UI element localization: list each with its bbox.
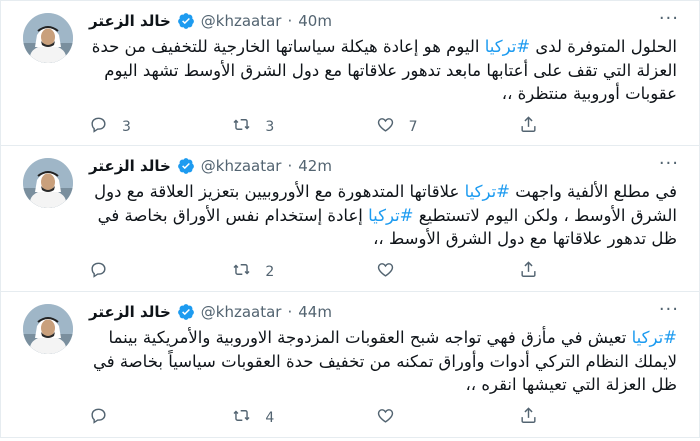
share-button[interactable] bbox=[519, 260, 579, 283]
hashtag-link[interactable]: #تركيا bbox=[485, 37, 530, 56]
retweet-icon bbox=[232, 115, 251, 138]
share-icon bbox=[519, 406, 538, 429]
share-button[interactable] bbox=[519, 406, 579, 429]
more-icon[interactable]: ··· bbox=[659, 300, 679, 320]
tweet-text: #تركيا تعيش في مأزق فهي تواجه شبح العقوب… bbox=[89, 326, 677, 397]
share-button[interactable] bbox=[519, 115, 579, 138]
tweet-header: خالد الزعتر @khzaatar · 40m bbox=[89, 11, 332, 31]
hashtag-link[interactable]: #تركيا bbox=[368, 206, 413, 225]
reply-button[interactable]: 3 bbox=[89, 115, 149, 138]
tweet[interactable]: خالد الزعتر @khzaatar · 42m ··· في مطلع … bbox=[0, 146, 700, 292]
more-icon[interactable]: ··· bbox=[659, 154, 679, 174]
hashtag-link[interactable]: #تركيا bbox=[632, 328, 677, 347]
author-name[interactable]: خالد الزعتر bbox=[89, 302, 171, 322]
reply-icon bbox=[89, 406, 108, 429]
separator-dot: · bbox=[287, 157, 293, 175]
verified-badge-icon bbox=[177, 12, 195, 30]
like-button[interactable] bbox=[376, 406, 436, 429]
retweet-count: 3 bbox=[265, 118, 275, 135]
share-icon bbox=[519, 260, 538, 283]
tweet-header: خالد الزعتر @khzaatar · 42m bbox=[89, 156, 332, 176]
tweet-timestamp[interactable]: 40m bbox=[298, 11, 332, 31]
tweet-timestamp[interactable]: 42m bbox=[298, 156, 332, 176]
more-icon[interactable]: ··· bbox=[659, 9, 679, 29]
like-button[interactable] bbox=[376, 260, 436, 283]
retweet-count: 2 bbox=[265, 263, 275, 280]
author-handle[interactable]: @khzaatar bbox=[201, 11, 282, 31]
author-handle[interactable]: @khzaatar bbox=[201, 156, 282, 176]
tweet-text-segment: الحلول المتوفرة لدى bbox=[530, 37, 677, 56]
reply-button[interactable] bbox=[89, 260, 149, 283]
avatar[interactable] bbox=[23, 304, 73, 354]
tweet[interactable]: خالد الزعتر @khzaatar · 44m ··· #تركيا ت… bbox=[0, 292, 700, 438]
avatar[interactable] bbox=[23, 13, 73, 63]
tweet-feed: خالد الزعتر @khzaatar · 40m ··· الحلول ا… bbox=[0, 0, 700, 438]
tweet-text: في مطلع الألفية واجهت #تركيا علاقاتها ال… bbox=[89, 180, 677, 251]
separator-dot: · bbox=[287, 12, 293, 30]
tweet-actions: 2 bbox=[89, 260, 579, 283]
author-name[interactable]: خالد الزعتر bbox=[89, 156, 171, 176]
heart-icon bbox=[376, 406, 395, 429]
heart-icon bbox=[376, 260, 395, 283]
tweet[interactable]: خالد الزعتر @khzaatar · 40m ··· الحلول ا… bbox=[0, 0, 700, 146]
reply-button[interactable] bbox=[89, 406, 149, 429]
reply-icon bbox=[89, 260, 108, 283]
share-icon bbox=[519, 115, 538, 138]
author-handle[interactable]: @khzaatar bbox=[201, 302, 282, 322]
tweet-actions: 3 3 7 bbox=[89, 115, 579, 138]
retweet-button[interactable]: 4 bbox=[232, 406, 292, 429]
like-count: 7 bbox=[408, 118, 418, 135]
separator-dot: · bbox=[287, 303, 293, 321]
retweet-count: 4 bbox=[265, 409, 275, 426]
tweet-text: الحلول المتوفرة لدى #تركيا اليوم هو إعاد… bbox=[89, 35, 677, 106]
reply-icon bbox=[89, 115, 108, 138]
tweet-text-segment: في مطلع الألفية واجهت bbox=[510, 182, 677, 201]
tweet-actions: 4 bbox=[89, 406, 579, 429]
hashtag-link[interactable]: #تركيا bbox=[465, 182, 510, 201]
tweet-timestamp[interactable]: 44m bbox=[298, 302, 332, 322]
avatar[interactable] bbox=[23, 158, 73, 208]
verified-badge-icon bbox=[177, 157, 195, 175]
reply-count: 3 bbox=[122, 118, 131, 135]
retweet-icon bbox=[232, 406, 251, 429]
author-name[interactable]: خالد الزعتر bbox=[89, 11, 171, 31]
like-button[interactable]: 7 bbox=[376, 115, 436, 138]
retweet-button[interactable]: 3 bbox=[232, 115, 292, 138]
verified-badge-icon bbox=[177, 303, 195, 321]
tweet-header: خالد الزعتر @khzaatar · 44m bbox=[89, 302, 332, 322]
retweet-icon bbox=[232, 260, 251, 283]
tweet-text-segment: تعيش في مأزق فهي تواجه شبح العقوبات المز… bbox=[92, 328, 677, 394]
heart-icon bbox=[376, 115, 395, 138]
retweet-button[interactable]: 2 bbox=[232, 260, 292, 283]
